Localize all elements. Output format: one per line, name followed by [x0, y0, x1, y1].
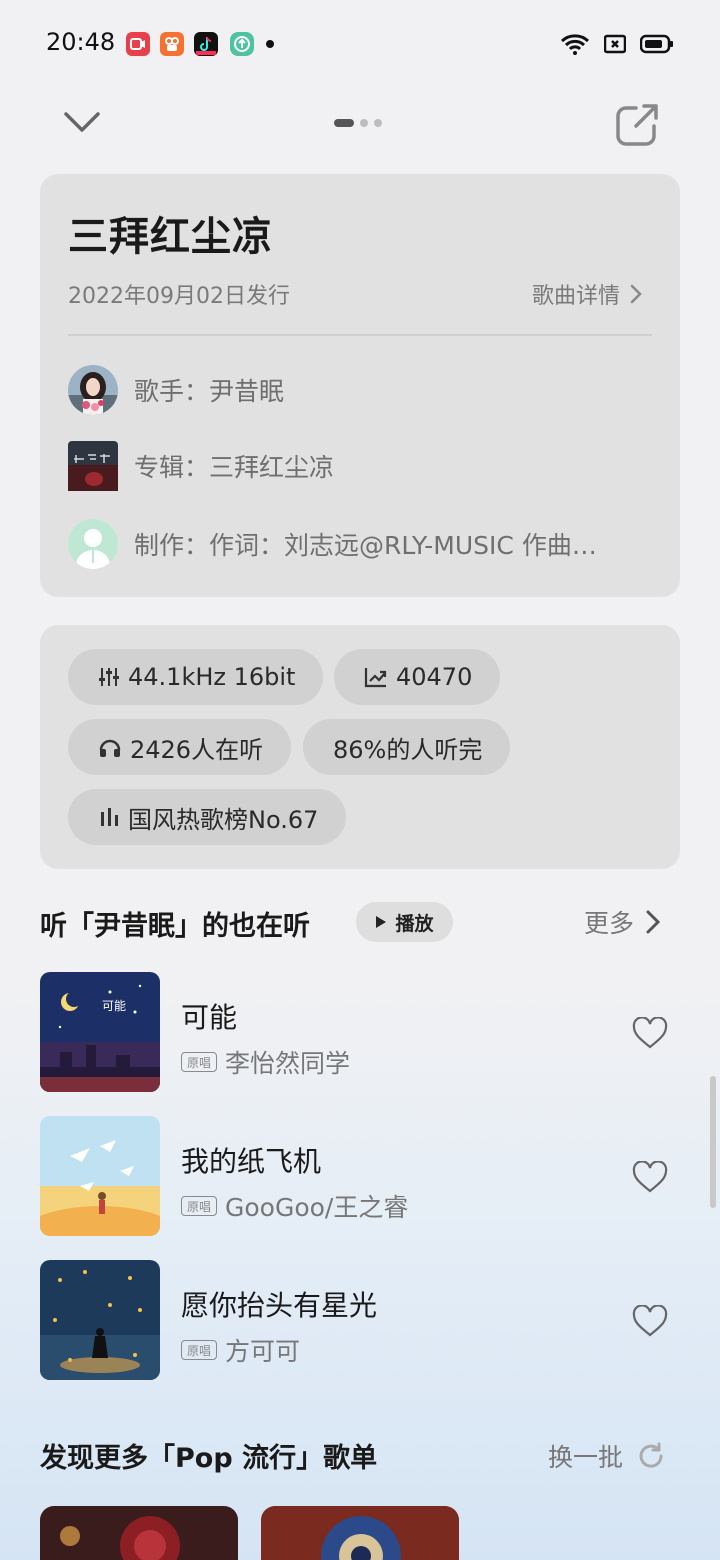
- song-detail-link[interactable]: 歌曲详情: [532, 278, 642, 310]
- song-artist-row: 原唱 GooGoo/王之睿: [181, 1188, 408, 1224]
- song-name: 我的纸飞机: [181, 1145, 322, 1178]
- tiktok-icon: [194, 32, 218, 56]
- wifi-icon: [560, 34, 590, 55]
- playlist-card[interactable]: [261, 1506, 459, 1560]
- no-sim-icon: [604, 34, 626, 54]
- notification-dot: [266, 40, 274, 48]
- kuaishou-icon: [160, 32, 184, 56]
- bar-chart-icon: [101, 808, 118, 826]
- song-name: 可能: [181, 1001, 238, 1034]
- album-cover: [68, 441, 118, 491]
- heart-icon[interactable]: [632, 1161, 668, 1193]
- song-name: 愿你抬头有星光: [181, 1289, 378, 1322]
- song-stats-card: 44.1kHz 16bit 40470 2426人在听 86%的人听完 国风热歌…: [40, 625, 680, 869]
- chevron-right-icon: [630, 284, 642, 304]
- production-row[interactable]: 制作：作词：刘志远@RLY-MUSIC 作曲…: [68, 518, 652, 570]
- play-icon: [376, 916, 387, 928]
- producer-avatar: [68, 519, 118, 569]
- song-artist: 李怡然同学: [225, 1049, 351, 1078]
- status-time: 20:48: [46, 28, 116, 56]
- audio-quality-chip[interactable]: 44.1kHz 16bit: [68, 649, 324, 705]
- chart-rank-text: 国风热歌榜No.67: [128, 805, 319, 834]
- song-artist-row: 原唱 李怡然同学: [181, 1044, 350, 1080]
- original-badge: 原唱: [181, 1052, 217, 1072]
- chevron-down-icon: [64, 112, 100, 132]
- share-icon: [616, 104, 658, 146]
- song-item[interactable]: 可能 可能 原唱 李怡然同学: [40, 972, 680, 1094]
- page-dot: [360, 119, 368, 127]
- collapse-button[interactable]: [62, 104, 102, 140]
- refresh-button[interactable]: 换一批: [548, 1438, 665, 1474]
- refresh-icon: [639, 1442, 663, 1468]
- page-dot: [374, 119, 382, 127]
- song-info-card: 三拜红尘凉 2022年09月02日发行 歌曲详情 歌手：尹昔眠 专辑：三拜红尘凉…: [40, 174, 680, 597]
- more-label: 更多: [584, 909, 635, 938]
- completion-text: 86%的人听完: [333, 735, 483, 764]
- more-link[interactable]: 更多: [584, 904, 661, 940]
- similar-section-title: 听「尹昔眠」的也在听: [40, 911, 310, 942]
- singer-avatar: [68, 365, 118, 415]
- refresh-label: 换一批: [548, 1443, 624, 1472]
- singer-row[interactable]: 歌手：尹昔眠: [68, 364, 652, 416]
- song-artist: GooGoo/王之睿: [225, 1193, 409, 1222]
- singer-text: 歌手：尹昔眠: [134, 377, 285, 406]
- page-indicator: [334, 119, 382, 127]
- screen-record-icon: [126, 32, 150, 56]
- share-button[interactable]: [614, 102, 660, 148]
- song-cover: 可能: [40, 972, 160, 1092]
- song-artist-row: 原唱 方可可: [181, 1332, 300, 1368]
- listeners-text: 2426人在听: [130, 735, 264, 764]
- listeners-chip[interactable]: 2426人在听: [68, 719, 292, 775]
- album-row[interactable]: 专辑：三拜红尘凉: [68, 440, 652, 492]
- heart-icon[interactable]: [632, 1305, 668, 1337]
- release-date: 2022年09月02日发行: [68, 284, 290, 309]
- play-label: 播放: [395, 912, 434, 935]
- battery-icon: [640, 34, 673, 54]
- status-bar: 20:48: [0, 0, 720, 88]
- upload-icon: [230, 32, 254, 56]
- production-text: 制作：作词：刘志远@RLY-MUSIC 作曲…: [134, 531, 597, 560]
- divider: [68, 334, 652, 336]
- song-title: 三拜红尘凉: [68, 214, 273, 260]
- trend-chip[interactable]: 40470: [334, 649, 501, 705]
- song-item[interactable]: 愿你抬头有星光 原唱 方可可: [40, 1260, 680, 1382]
- song-artist: 方可可: [225, 1337, 301, 1366]
- song-cover: [40, 1260, 160, 1380]
- original-badge: 原唱: [181, 1340, 217, 1360]
- equalizer-icon: [99, 668, 119, 686]
- completion-chip[interactable]: 86%的人听完: [303, 719, 511, 775]
- original-badge: 原唱: [181, 1196, 217, 1216]
- svg-text:可能: 可能: [102, 999, 126, 1013]
- playlist-card[interactable]: [40, 1506, 238, 1560]
- song-cover: [40, 1116, 160, 1236]
- headphones-icon: [99, 739, 121, 757]
- song-item[interactable]: 我的纸飞机 原唱 GooGoo/王之睿: [40, 1116, 680, 1238]
- audio-quality-text: 44.1kHz 16bit: [128, 663, 296, 691]
- song-detail-label: 歌曲详情: [531, 284, 620, 309]
- trending-icon: [364, 668, 387, 688]
- chart-rank-chip[interactable]: 国风热歌榜No.67: [68, 789, 347, 845]
- chevron-right-icon: [646, 910, 661, 934]
- discover-section-title: 发现更多「Pop 流行」歌单: [40, 1443, 378, 1474]
- heart-icon[interactable]: [632, 1017, 668, 1049]
- album-text: 专辑：三拜红尘凉: [134, 453, 335, 482]
- trend-value: 40470: [396, 663, 473, 691]
- scrollbar[interactable]: [710, 1076, 716, 1208]
- play-all-button[interactable]: 播放: [356, 902, 453, 942]
- status-indicators: [560, 32, 674, 56]
- page-dot-active: [334, 119, 354, 127]
